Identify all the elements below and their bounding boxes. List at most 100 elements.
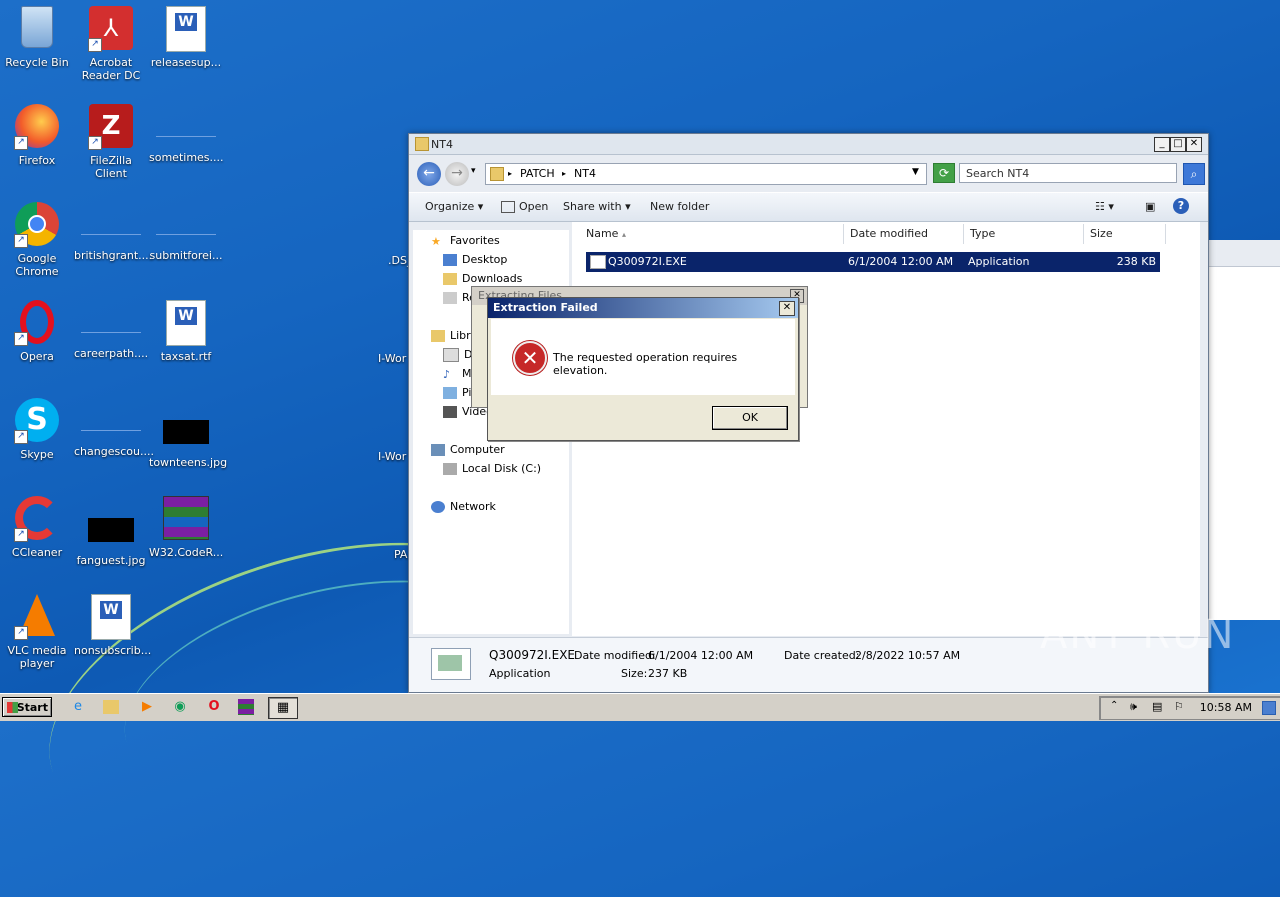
desktop-icon-recycle-bin[interactable]: Recycle Bin — [0, 6, 74, 69]
desktop-icon-word-doc[interactable]: W taxsat.rtf — [149, 300, 223, 363]
desktop-icon-word-doc[interactable]: W nonsubscrib... — [74, 594, 151, 657]
nav-desktop[interactable]: Desktop — [443, 253, 507, 266]
vlc-icon: ↗ — [14, 594, 60, 640]
show-desktop-icon[interactable] — [1262, 701, 1276, 715]
dialog-title: Extraction Failed — [488, 298, 798, 318]
file-thumbnail-icon — [431, 648, 471, 680]
star-icon: ★ — [431, 235, 441, 248]
desktop-partial-label: I-Wor — [378, 352, 407, 365]
address-dropdown-icon[interactable]: ▼ — [912, 167, 919, 177]
anyrun-watermark: ANY RUN — [1040, 612, 1236, 658]
details-modified-value: 6/1/2004 12:00 AM — [648, 649, 754, 662]
clock[interactable]: 10:58 AM — [1200, 701, 1252, 714]
forward-button[interactable]: → — [445, 162, 469, 186]
breadcrumb-separator-icon: ▸ — [508, 169, 513, 178]
desktop-icon-ccleaner[interactable]: ↗ CCleaner — [0, 496, 74, 559]
error-icon: ✕ — [513, 341, 547, 375]
nav-downloads[interactable]: Downloads — [443, 272, 522, 285]
minimize-button[interactable]: _ — [1154, 137, 1170, 152]
explorer-taskbar-icon[interactable] — [103, 700, 119, 714]
desktop-icon-file[interactable]: changescou.... — [74, 398, 154, 458]
nav-pictures[interactable]: Pi — [443, 386, 471, 399]
desktop-icon-file[interactable]: submitforei... — [149, 202, 223, 262]
action-center-flag-icon[interactable]: ⚐ — [1174, 700, 1184, 713]
network-tray-icon[interactable]: ▤ — [1152, 700, 1162, 713]
search-icon[interactable]: ⌕ — [1183, 163, 1205, 185]
volume-icon[interactable]: 🕪 — [1130, 700, 1137, 714]
breadcrumb-nt4[interactable]: NT4 — [574, 167, 596, 180]
organize-button[interactable]: Organize ▾ — [425, 200, 483, 213]
recycle-bin-icon — [14, 6, 60, 52]
address-bar[interactable]: ▸ PATCH ▸ NT4 ▼ — [485, 163, 927, 185]
desktop-icon-image[interactable]: fanguest.jpg — [74, 496, 148, 567]
new-folder-button[interactable]: New folder — [650, 200, 709, 213]
share-with-button[interactable]: Share with ▾ — [563, 200, 631, 213]
file-icon — [81, 412, 141, 431]
open-icon — [501, 201, 515, 213]
view-options-icon[interactable]: ☷ ▾ — [1095, 200, 1114, 213]
title-bar[interactable]: NT4 _ □ ✕ — [409, 134, 1208, 155]
ok-button[interactable]: OK — [712, 406, 788, 430]
image-thumbnail-icon — [88, 518, 134, 542]
show-hidden-icons-icon[interactable]: ⌃ — [1110, 700, 1118, 711]
opera-taskbar-icon[interactable]: O — [204, 697, 224, 717]
column-header-size[interactable]: Size — [1084, 224, 1166, 244]
media-player-icon[interactable]: ▶ — [137, 697, 157, 717]
ccleaner-icon: ↗ — [14, 496, 60, 542]
breadcrumb-separator-icon: ▸ — [562, 169, 567, 178]
nav-favorites[interactable]: ★ Favorites — [431, 234, 500, 248]
address-bar-row: ← → ▾ ▸ PATCH ▸ NT4 ▼ ⟳ Search NT4 ⌕ — [413, 160, 1205, 186]
desktop-icon-image[interactable]: townteens.jpg — [149, 398, 227, 469]
back-button[interactable]: ← — [417, 162, 441, 186]
folder-icon — [415, 137, 429, 151]
desktop-icon-word-doc[interactable]: W releasesup... — [149, 6, 223, 69]
nav-local-disk[interactable]: Local Disk (C:) — [443, 462, 541, 475]
downloads-icon — [443, 273, 457, 285]
start-button[interactable]: Start — [2, 697, 52, 717]
desktop-icon-filezilla[interactable]: Z ↗ FileZilla Client — [74, 104, 148, 180]
firefox-icon: ↗ — [14, 104, 60, 150]
refresh-icon[interactable]: ⟳ — [933, 163, 955, 183]
documents-icon — [443, 348, 459, 362]
open-button[interactable]: Open — [501, 200, 548, 213]
file-row-selected[interactable]: Q300972I.EXE 6/1/2004 12:00 AM Applicati… — [586, 252, 1160, 272]
winrar-archive-icon — [163, 496, 209, 542]
details-file-name: Q300972I.EXE — [489, 648, 575, 662]
maximize-button[interactable]: □ — [1170, 137, 1186, 152]
background-window — [1207, 240, 1280, 620]
help-icon[interactable]: ? — [1173, 198, 1189, 214]
desktop-icon-file[interactable]: britishgrant.... — [74, 202, 152, 262]
nav-network[interactable]: Network — [431, 500, 496, 513]
exe-file-icon — [590, 255, 606, 269]
file-icon — [81, 314, 141, 333]
preview-pane-icon[interactable]: ▣ — [1145, 200, 1155, 213]
desktop-icon-vlc[interactable]: ↗ VLC media player — [0, 594, 74, 670]
active-window-taskbar-button[interactable]: ▦ — [268, 697, 298, 719]
desktop-icon-chrome[interactable]: ↗ Google Chrome — [0, 202, 74, 278]
nav-computer[interactable]: Computer — [431, 443, 505, 456]
desktop-icon-skype[interactable]: S ↗ Skype — [0, 398, 74, 461]
winrar-taskbar-icon[interactable] — [238, 699, 254, 715]
file-size: 238 KB — [1116, 255, 1156, 268]
desktop-icon-acrobat[interactable]: ⅄ ↗ Acrobat Reader DC — [74, 6, 148, 82]
desktop-icon-winrar[interactable]: W32.CodeR... — [149, 496, 223, 559]
breadcrumb-patch[interactable]: PATCH — [520, 167, 555, 180]
column-header-date-modified[interactable]: Date modified — [844, 224, 964, 244]
column-header-name[interactable]: Name ▴ — [580, 224, 844, 244]
drive-icon — [443, 463, 457, 475]
desktop-partial-label: PA — [394, 548, 408, 561]
chrome-taskbar-icon[interactable]: ◉ — [170, 697, 190, 717]
image-thumbnail-icon — [163, 420, 209, 444]
acrobat-icon: ⅄ ↗ — [88, 6, 134, 52]
desktop-icon-opera[interactable]: ↗ Opera — [0, 300, 74, 363]
close-button[interactable]: ✕ — [779, 301, 795, 316]
desktop-icon-firefox[interactable]: ↗ Firefox — [0, 104, 74, 167]
internet-explorer-icon[interactable]: e — [68, 697, 88, 717]
desktop-icon-file[interactable]: sometimes.... — [149, 104, 224, 164]
recent-pages-dropdown-icon[interactable]: ▾ — [471, 166, 476, 176]
desktop-icon-file[interactable]: careerpath.... — [74, 300, 148, 360]
search-input[interactable]: Search NT4 — [959, 163, 1177, 183]
column-header-type[interactable]: Type — [964, 224, 1084, 244]
close-button[interactable]: ✕ — [1186, 137, 1202, 152]
computer-icon — [431, 444, 445, 456]
